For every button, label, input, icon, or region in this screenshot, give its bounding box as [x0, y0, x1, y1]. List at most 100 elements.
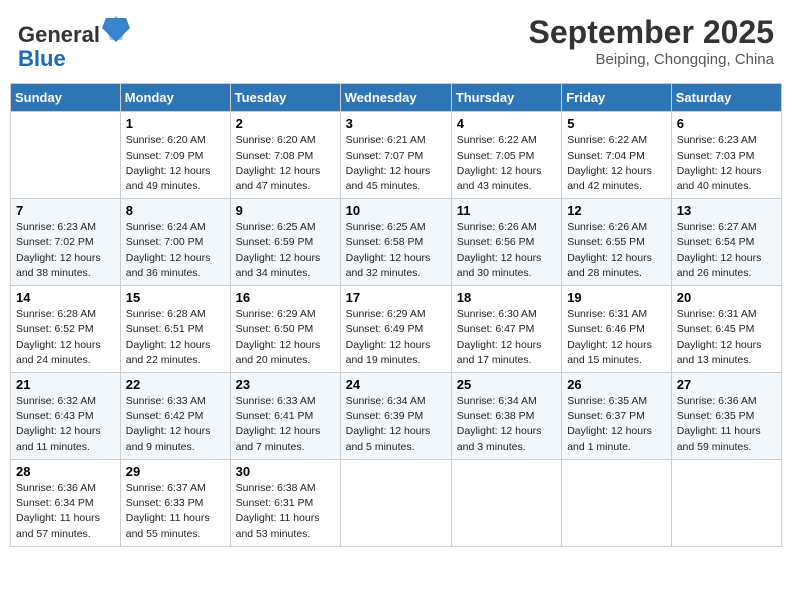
day-number: 24 [346, 377, 446, 392]
day-info: Sunrise: 6:28 AMSunset: 6:52 PMDaylight:… [16, 307, 115, 368]
calendar-cell: 25 Sunrise: 6:34 AMSunset: 6:38 PMDayligh… [451, 373, 561, 460]
day-info: Sunrise: 6:34 AMSunset: 6:39 PMDaylight:… [346, 394, 446, 455]
month-title: September 2025 [529, 14, 774, 51]
weekday-header-tuesday: Tuesday [230, 84, 340, 112]
day-number: 8 [126, 203, 225, 218]
day-info: Sunrise: 6:35 AMSunset: 6:37 PMDaylight:… [567, 394, 666, 455]
logo-icon [102, 14, 130, 42]
day-info: Sunrise: 6:27 AMSunset: 6:54 PMDaylight:… [677, 220, 776, 281]
calendar-cell: 24 Sunrise: 6:34 AMSunset: 6:39 PMDayligh… [340, 373, 451, 460]
calendar-cell: 26 Sunrise: 6:35 AMSunset: 6:37 PMDayligh… [562, 373, 672, 460]
week-row-5: 28 Sunrise: 6:36 AMSunset: 6:34 PMDayligh… [11, 459, 782, 546]
day-number: 14 [16, 290, 115, 305]
day-number: 28 [16, 464, 115, 479]
calendar-cell: 13 Sunrise: 6:27 AMSunset: 6:54 PMDayligh… [671, 199, 781, 286]
day-info: Sunrise: 6:32 AMSunset: 6:43 PMDaylight:… [16, 394, 115, 455]
day-number: 18 [457, 290, 556, 305]
calendar-cell: 15Sunrise: 6:28 AMSunset: 6:51 PMDayligh… [120, 286, 230, 373]
calendar-cell [451, 459, 561, 546]
day-number: 22 [126, 377, 225, 392]
day-number: 25 [457, 377, 556, 392]
calendar-cell: 19Sunrise: 6:31 AMSunset: 6:46 PMDayligh… [562, 286, 672, 373]
day-number: 12 [567, 203, 666, 218]
day-info: Sunrise: 6:24 AMSunset: 7:00 PMDaylight:… [126, 220, 225, 281]
calendar-cell: 18 Sunrise: 6:30 AMSunset: 6:47 PMDayligh… [451, 286, 561, 373]
day-number: 26 [567, 377, 666, 392]
day-number: 11 [457, 203, 556, 218]
page-header: General Blue September 2025 Beiping, Cho… [10, 10, 782, 75]
calendar-cell [671, 459, 781, 546]
calendar-cell: 3 Sunrise: 6:21 AMSunset: 7:07 PMDaylight… [340, 112, 451, 199]
day-number: 3 [346, 116, 446, 131]
calendar-cell: 1Sunrise: 6:20 AMSunset: 7:09 PMDaylight… [120, 112, 230, 199]
day-info: Sunrise: 6:21 AMSunset: 7:07 PMDaylight:… [346, 133, 446, 194]
weekday-header-row: SundayMondayTuesdayWednesdayThursdayFrid… [11, 84, 782, 112]
day-info: Sunrise: 6:26 AMSunset: 6:56 PMDaylight:… [457, 220, 556, 281]
day-info: Sunrise: 6:23 AMSunset: 7:02 PMDaylight:… [16, 220, 115, 281]
calendar-cell: 21 Sunrise: 6:32 AMSunset: 6:43 PMDayligh… [11, 373, 121, 460]
day-number: 9 [236, 203, 335, 218]
day-info: Sunrise: 6:22 AMSunset: 7:05 PMDaylight:… [457, 133, 556, 194]
location-subtitle: Beiping, Chongqing, China [529, 51, 774, 68]
day-info: Sunrise: 6:20 AMSunset: 7:08 PMDaylight:… [236, 133, 335, 194]
day-number: 27 [677, 377, 776, 392]
day-number: 13 [677, 203, 776, 218]
day-info: Sunrise: 6:31 AMSunset: 6:46 PMDaylight:… [567, 307, 666, 368]
calendar-cell: 27 Sunrise: 6:36 AMSunset: 6:35 PMDayligh… [671, 373, 781, 460]
day-number: 17 [346, 290, 446, 305]
day-number: 21 [16, 377, 115, 392]
day-info: Sunrise: 6:22 AMSunset: 7:04 PMDaylight:… [567, 133, 666, 194]
weekday-header-wednesday: Wednesday [340, 84, 451, 112]
day-number: 2 [236, 116, 335, 131]
calendar-cell [340, 459, 451, 546]
day-number: 30 [236, 464, 335, 479]
day-info: Sunrise: 6:37 AMSunset: 6:33 PMDaylight:… [126, 481, 225, 542]
day-number: 1 [126, 116, 225, 131]
day-info: Sunrise: 6:25 AMSunset: 6:59 PMDaylight:… [236, 220, 335, 281]
calendar-cell: 10Sunrise: 6:25 AMSunset: 6:58 PMDayligh… [340, 199, 451, 286]
logo: General Blue [18, 14, 130, 71]
day-info: Sunrise: 6:36 AMSunset: 6:35 PMDaylight:… [677, 394, 776, 455]
calendar-cell: 17Sunrise: 6:29 AMSunset: 6:49 PMDayligh… [340, 286, 451, 373]
day-info: Sunrise: 6:36 AMSunset: 6:34 PMDaylight:… [16, 481, 115, 542]
calendar-cell: 11 Sunrise: 6:26 AMSunset: 6:56 PMDayligh… [451, 199, 561, 286]
calendar-cell: 5 Sunrise: 6:22 AMSunset: 7:04 PMDaylight… [562, 112, 672, 199]
day-number: 7 [16, 203, 115, 218]
calendar-cell: 9 Sunrise: 6:25 AMSunset: 6:59 PMDaylight… [230, 199, 340, 286]
day-info: Sunrise: 6:28 AMSunset: 6:51 PMDaylight:… [126, 307, 225, 368]
day-number: 10 [346, 203, 446, 218]
calendar-cell: 6 Sunrise: 6:23 AMSunset: 7:03 PMDaylight… [671, 112, 781, 199]
title-block: September 2025 Beiping, Chongqing, China [529, 14, 774, 68]
week-row-4: 21 Sunrise: 6:32 AMSunset: 6:43 PMDayligh… [11, 373, 782, 460]
calendar-cell: 12 Sunrise: 6:26 AMSunset: 6:55 PMDayligh… [562, 199, 672, 286]
calendar-cell: 28 Sunrise: 6:36 AMSunset: 6:34 PMDayligh… [11, 459, 121, 546]
day-info: Sunrise: 6:30 AMSunset: 6:47 PMDaylight:… [457, 307, 556, 368]
calendar-cell: 23Sunrise: 6:33 AMSunset: 6:41 PMDayligh… [230, 373, 340, 460]
calendar-cell: 16Sunrise: 6:29 AMSunset: 6:50 PMDayligh… [230, 286, 340, 373]
day-number: 5 [567, 116, 666, 131]
calendar-cell: 20 Sunrise: 6:31 AMSunset: 6:45 PMDayligh… [671, 286, 781, 373]
day-info: Sunrise: 6:33 AMSunset: 6:42 PMDaylight:… [126, 394, 225, 455]
calendar-cell: 29Sunrise: 6:37 AMSunset: 6:33 PMDayligh… [120, 459, 230, 546]
day-number: 20 [677, 290, 776, 305]
day-info: Sunrise: 6:33 AMSunset: 6:41 PMDaylight:… [236, 394, 335, 455]
weekday-header-thursday: Thursday [451, 84, 561, 112]
calendar-cell [562, 459, 672, 546]
calendar-cell: 30 Sunrise: 6:38 AMSunset: 6:31 PMDayligh… [230, 459, 340, 546]
day-info: Sunrise: 6:38 AMSunset: 6:31 PMDaylight:… [236, 481, 335, 542]
day-number: 6 [677, 116, 776, 131]
weekday-header-sunday: Sunday [11, 84, 121, 112]
calendar-cell: 4 Sunrise: 6:22 AMSunset: 7:05 PMDaylight… [451, 112, 561, 199]
calendar-cell [11, 112, 121, 199]
day-info: Sunrise: 6:26 AMSunset: 6:55 PMDaylight:… [567, 220, 666, 281]
day-info: Sunrise: 6:31 AMSunset: 6:45 PMDaylight:… [677, 307, 776, 368]
week-row-2: 7 Sunrise: 6:23 AMSunset: 7:02 PMDaylight… [11, 199, 782, 286]
calendar-table: SundayMondayTuesdayWednesdayThursdayFrid… [10, 83, 782, 546]
calendar-cell: 7 Sunrise: 6:23 AMSunset: 7:02 PMDaylight… [11, 199, 121, 286]
week-row-1: 1Sunrise: 6:20 AMSunset: 7:09 PMDaylight… [11, 112, 782, 199]
day-info: Sunrise: 6:34 AMSunset: 6:38 PMDaylight:… [457, 394, 556, 455]
calendar-cell: 8 Sunrise: 6:24 AMSunset: 7:00 PMDaylight… [120, 199, 230, 286]
calendar-cell: 14 Sunrise: 6:28 AMSunset: 6:52 PMDayligh… [11, 286, 121, 373]
day-info: Sunrise: 6:23 AMSunset: 7:03 PMDaylight:… [677, 133, 776, 194]
day-number: 4 [457, 116, 556, 131]
